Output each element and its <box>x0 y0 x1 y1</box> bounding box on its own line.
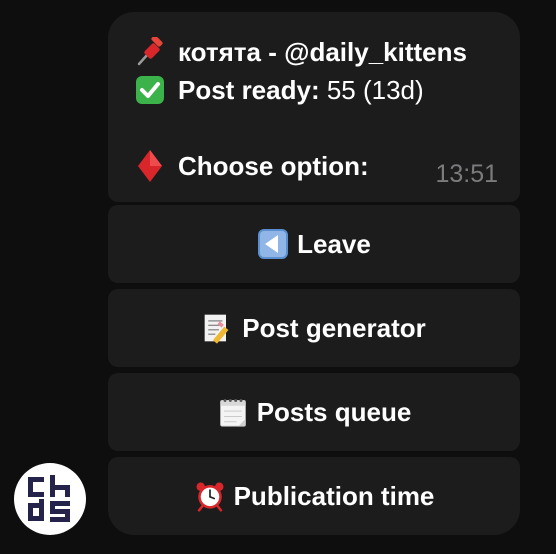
chat-view: котята - @daily_kittens Post ready: 55 (… <box>0 0 556 554</box>
choose-option-line: Choose option: <box>134 150 369 182</box>
channel-line: котята - @daily_kittens <box>134 36 467 68</box>
publication-time-button[interactable]: Publication time <box>108 457 520 535</box>
post-ready-label: Post ready: <box>178 75 320 105</box>
calendar-icon <box>217 396 249 428</box>
channel-title: котята - @daily_kittens <box>178 37 467 67</box>
bot-message-bubble: котята - @daily_kittens Post ready: 55 (… <box>108 12 520 202</box>
check-mark-icon <box>134 74 166 106</box>
leave-button-label: Leave <box>297 228 371 259</box>
post-ready-line: Post ready: 55 (13d) <box>134 74 424 106</box>
post-ready-value: 55 (13d) <box>319 75 424 105</box>
chds-logo-icon <box>28 475 70 522</box>
red-diamond-icon <box>134 150 166 182</box>
publication-time-button-label: Publication time <box>233 480 435 511</box>
bot-avatar[interactable] <box>14 463 86 535</box>
posts-queue-button[interactable]: Posts queue <box>108 373 520 451</box>
alarm-clock-icon <box>194 480 226 512</box>
post-generator-button[interactable]: Post generator <box>108 289 520 367</box>
posts-queue-button-label: Posts queue <box>256 396 412 427</box>
pushpin-icon <box>134 36 166 68</box>
memo-pencil-icon <box>202 312 234 344</box>
post-generator-button-label: Post generator <box>242 312 426 343</box>
leave-button[interactable]: Leave <box>108 205 520 283</box>
choose-option-label: Choose option: <box>178 151 369 181</box>
back-arrow-icon <box>257 228 289 260</box>
message-timestamp: 13:51 <box>435 160 498 188</box>
